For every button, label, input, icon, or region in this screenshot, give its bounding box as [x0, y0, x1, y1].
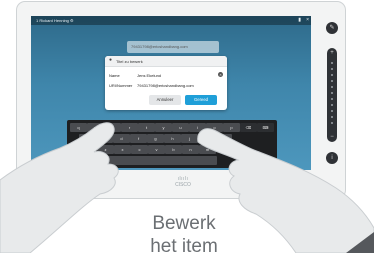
- key-j[interactable]: j: [181, 134, 198, 143]
- name-field[interactable]: Name Jens Ekelund ×: [109, 71, 223, 80]
- key-n[interactable]: n: [182, 145, 199, 154]
- volume-dot: [331, 68, 333, 70]
- key-t[interactable]: t: [138, 123, 155, 132]
- volume-down-icon[interactable]: −: [327, 134, 337, 140]
- contact-preview: 79431798@ericshandbang.com: [127, 41, 219, 53]
- caption-line-2: het item: [150, 236, 218, 253]
- name-value[interactable]: Jens Ekelund: [137, 73, 161, 78]
- sleeve-shape: [346, 232, 374, 253]
- signal-icon: ▮: [298, 17, 301, 23]
- key-w[interactable]: w: [87, 123, 104, 132]
- key-l[interactable]: l: [215, 134, 232, 143]
- volume-dot: [331, 86, 333, 88]
- key-f[interactable]: f: [130, 134, 147, 143]
- key-h[interactable]: h: [164, 134, 181, 143]
- close-icon[interactable]: ×: [306, 16, 309, 25]
- key-e[interactable]: e: [104, 123, 121, 132]
- volume-dot: [331, 74, 333, 76]
- key-a[interactable]: a: [79, 134, 96, 143]
- key-o[interactable]: o: [206, 123, 223, 132]
- backspace-icon[interactable]: ⌫: [240, 123, 257, 132]
- volume-dot: [331, 110, 333, 112]
- cisco-logo-text: CISCO: [175, 182, 191, 188]
- key-z[interactable]: z: [97, 145, 114, 154]
- info-icon[interactable]: i: [326, 152, 338, 164]
- key-s[interactable]: s: [96, 134, 113, 143]
- edit-dialog: ● Titel zu bewerk Name Jens Ekelund × UR…: [105, 56, 227, 110]
- spacebar[interactable]: [107, 156, 217, 165]
- key-d[interactable]: d: [113, 134, 130, 143]
- key-m[interactable]: m: [199, 145, 216, 154]
- key-v[interactable]: v: [148, 145, 165, 154]
- key-x[interactable]: x: [114, 145, 131, 154]
- volume-dot: [331, 116, 333, 118]
- status-title: 1 Rickard Henning ⚙: [36, 18, 74, 23]
- mic-mute-icon[interactable]: ✎: [326, 22, 338, 34]
- volume-up-icon[interactable]: +: [327, 50, 337, 56]
- dialog-title: Titel zu bewerk: [116, 59, 143, 64]
- volume-dot: [331, 122, 333, 124]
- key-i[interactable]: i: [189, 123, 206, 132]
- person-icon: ●: [109, 57, 113, 63]
- cancel-button[interactable]: Annuleer: [149, 95, 181, 105]
- illustration: 1 Rickard Henning ⚙ ▮ × 79431798@ericsha…: [0, 0, 374, 253]
- caption: Bewerk het item: [104, 212, 264, 253]
- status-bar: 1 Rickard Henning ⚙ ▮ ×: [31, 16, 311, 25]
- key-b[interactable]: b: [165, 145, 182, 154]
- volume-slider[interactable]: + −: [327, 48, 337, 142]
- dialog-titlebar: ● Titel zu bewerk: [105, 56, 227, 67]
- key-c[interactable]: c: [131, 145, 148, 154]
- volume-dot: [331, 62, 333, 64]
- volume-dot: [331, 80, 333, 82]
- name-label: Name: [109, 73, 120, 78]
- keyboard-hide-icon[interactable]: ⌨: [257, 123, 274, 132]
- key-g[interactable]: g: [147, 134, 164, 143]
- key-q[interactable]: q: [70, 123, 87, 132]
- key-u[interactable]: u: [172, 123, 189, 132]
- key-p[interactable]: p: [223, 123, 240, 132]
- touch-panel-device: 1 Rickard Henning ⚙ ▮ × 79431798@ericsha…: [17, 2, 345, 198]
- save-button[interactable]: Gereed: [185, 95, 217, 105]
- key-r[interactable]: r: [121, 123, 138, 132]
- volume-dot: [331, 92, 333, 94]
- key-y[interactable]: y: [155, 123, 172, 132]
- device-screen: 1 Rickard Henning ⚙ ▮ × 79431798@ericsha…: [31, 16, 311, 170]
- clear-icon[interactable]: ×: [218, 72, 223, 77]
- uri-label: URI/Nummer: [109, 83, 133, 88]
- uri-value[interactable]: 79431798@ericshandbang.com: [137, 83, 194, 88]
- volume-dot: [331, 104, 333, 106]
- volume-dot: [331, 98, 333, 100]
- cisco-logo: ılıılı CISCO: [168, 176, 198, 188]
- on-screen-keyboard: q w e r t y u i o p ⌫ ⌨ a s d f g h j k …: [67, 120, 277, 168]
- uri-field[interactable]: URI/Nummer 79431798@ericshandbang.com: [109, 81, 223, 90]
- key-k[interactable]: k: [198, 134, 215, 143]
- caption-line-1: Bewerk: [152, 213, 216, 234]
